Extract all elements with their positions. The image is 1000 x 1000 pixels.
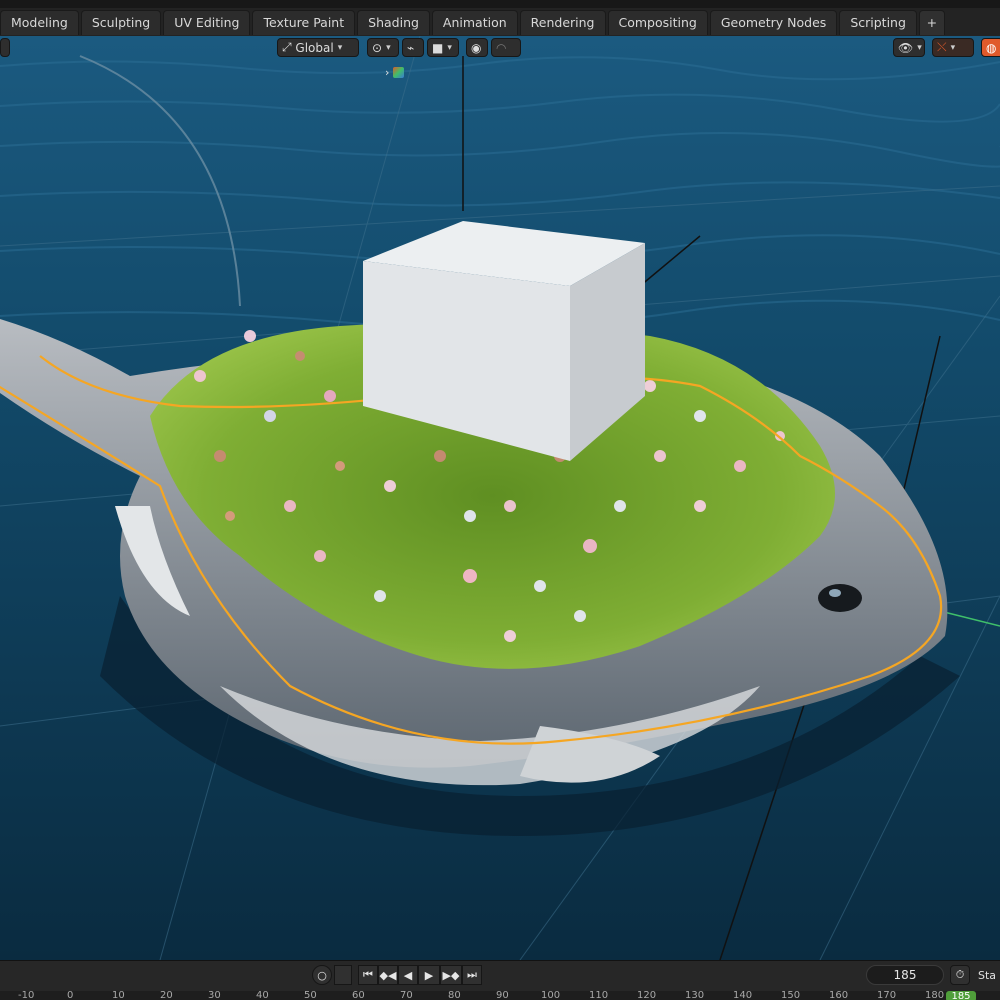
chevron-down-icon: ▾: [950, 42, 956, 53]
frame-ruler[interactable]: -10 0 10 20 30 40 50 60 70 80 90 100 110…: [0, 991, 1000, 1000]
snap-target-icon: ■: [432, 40, 444, 55]
transform-orientation-dropdown[interactable]: ⤢ Global ▾: [277, 38, 359, 57]
ruler-tick: 110: [589, 990, 609, 1000]
prev-keyframe-icon: ◆◀: [379, 968, 397, 982]
chevron-down-icon: ▾: [337, 42, 343, 53]
jump-end-icon: ⏭: [467, 968, 477, 981]
ruler-tick: 40: [256, 990, 269, 1000]
editor-type-button[interactable]: [0, 38, 10, 57]
ruler-tick: 180: [925, 990, 945, 1000]
record-icon: ○: [317, 968, 327, 982]
gizmo-dropdown[interactable]: ⤬ ▾: [932, 38, 974, 57]
preview-range-button[interactable]: ⏱: [950, 965, 970, 985]
ruler-tick: 140: [733, 990, 753, 1000]
workspace-bar: Modeling Sculpting UV Editing Texture Pa…: [0, 0, 1000, 37]
start-frame-label[interactable]: Sta: [978, 969, 996, 982]
overlay-toggle[interactable]: ◍: [981, 38, 1000, 57]
ruler-tick: 170: [877, 990, 897, 1000]
add-workspace-button[interactable]: +: [918, 10, 945, 35]
tab-uv-editing[interactable]: UV Editing: [163, 10, 251, 35]
ruler-tick: 90: [496, 990, 509, 1000]
proportional-falloff-button[interactable]: ◠: [491, 38, 521, 57]
object-data-icon: [393, 67, 405, 78]
tab-geometry-nodes[interactable]: Geometry Nodes: [709, 10, 838, 35]
next-keyframe-button[interactable]: ▶◆: [440, 965, 462, 985]
next-keyframe-icon: ▶◆: [442, 968, 460, 982]
snap-target-dropdown[interactable]: ■ ▾: [427, 38, 459, 57]
chevron-right-icon: ›: [385, 66, 390, 79]
ruler-tick: 160: [829, 990, 849, 1000]
current-frame-indicator[interactable]: 185: [946, 991, 976, 1000]
ruler-tick: 70: [400, 990, 413, 1000]
proportional-editing-toggle[interactable]: ◉: [466, 38, 488, 57]
stopwatch-icon: ⏱: [955, 968, 965, 981]
viewport-scene: [0, 36, 1000, 960]
viewport-left-tools: [0, 38, 10, 58]
tab-sculpting[interactable]: Sculpting: [80, 10, 162, 35]
pivot-point-icon: ⊙: [372, 40, 383, 55]
tab-animation[interactable]: Animation: [431, 10, 518, 35]
record-button[interactable]: ○: [312, 965, 332, 985]
ruler-tick: 80: [448, 990, 461, 1000]
record-options-button[interactable]: [334, 965, 352, 985]
overlay-icon: ◍: [986, 40, 997, 55]
tab-scripting[interactable]: Scripting: [839, 10, 917, 35]
jump-end-button[interactable]: ⏭: [462, 965, 482, 985]
snap-icon: ⌁: [407, 40, 415, 55]
title-strip: [0, 0, 1000, 8]
viewport-right-tools: 👁 ▾ ⤬ ▾ ◍: [893, 38, 1000, 58]
ruler-tick: 20: [160, 990, 173, 1000]
timeline: ○ ⏮ ◆◀ ◀ ▶ ▶◆ ⏭ 185 ⏱ Sta -10 0 10 20 30…: [0, 960, 1000, 1000]
tab-rendering[interactable]: Rendering: [519, 10, 606, 35]
chevron-down-icon: ▾: [917, 42, 922, 53]
3d-viewport[interactable]: ⤢ Global ▾ ⊙ ▾ ⌁ ■ ▾ ◉ ◠ 👁 ▾ ⤬ ▾ ◍ ›: [0, 36, 1000, 960]
ruler-tick: 150: [781, 990, 801, 1000]
collection-breadcrumb[interactable]: ›: [385, 66, 405, 79]
transform-tools: ⤢ Global ▾ ⊙ ▾ ⌁ ■ ▾ ◉ ◠: [277, 38, 521, 58]
jump-start-button[interactable]: ⏮: [358, 965, 378, 985]
ruler-tick: 50: [304, 990, 317, 1000]
chevron-down-icon: ▾: [447, 42, 452, 53]
pivot-point-dropdown[interactable]: ⊙ ▾: [367, 38, 399, 57]
visibility-icon: 👁: [898, 40, 914, 55]
transform-orientation-icon: ⤢: [282, 40, 296, 54]
ruler-tick: 120: [637, 990, 657, 1000]
ruler-tick: 30: [208, 990, 221, 1000]
play-icon: ▶: [424, 968, 434, 982]
snap-toggle[interactable]: ⌁: [402, 38, 424, 57]
play-reverse-icon: ◀: [403, 968, 413, 982]
fish-eye-highlight: [829, 589, 841, 597]
ruler-tick: 100: [541, 990, 561, 1000]
current-frame-field[interactable]: 185: [866, 965, 944, 985]
proportional-editing-icon: ◉: [471, 40, 482, 55]
tab-shading[interactable]: Shading: [357, 10, 430, 35]
ruler-tick: -10: [18, 990, 35, 1000]
workspace-tabs: Modeling Sculpting UV Editing Texture Pa…: [0, 10, 947, 36]
prev-keyframe-button[interactable]: ◆◀: [378, 965, 398, 985]
proportional-falloff-icon: ◠: [496, 40, 507, 55]
tab-texture-paint[interactable]: Texture Paint: [252, 10, 356, 35]
ruler-tick: 60: [352, 990, 365, 1000]
tab-compositing[interactable]: Compositing: [607, 10, 708, 35]
gizmo-icon: ⤬: [937, 40, 947, 54]
transform-orientation-label: Global: [295, 40, 334, 55]
fish-eye: [818, 584, 862, 612]
play-reverse-button[interactable]: ◀: [398, 965, 418, 985]
ruler-tick: 0: [67, 990, 74, 1000]
tab-modeling[interactable]: Modeling: [0, 10, 79, 35]
ruler-tick: 130: [685, 990, 705, 1000]
play-button[interactable]: ▶: [418, 965, 440, 985]
chevron-down-icon: ▾: [386, 42, 391, 53]
jump-start-icon: ⏮: [363, 968, 373, 981]
visibility-dropdown[interactable]: 👁 ▾: [893, 38, 925, 57]
ruler-tick: 10: [112, 990, 125, 1000]
